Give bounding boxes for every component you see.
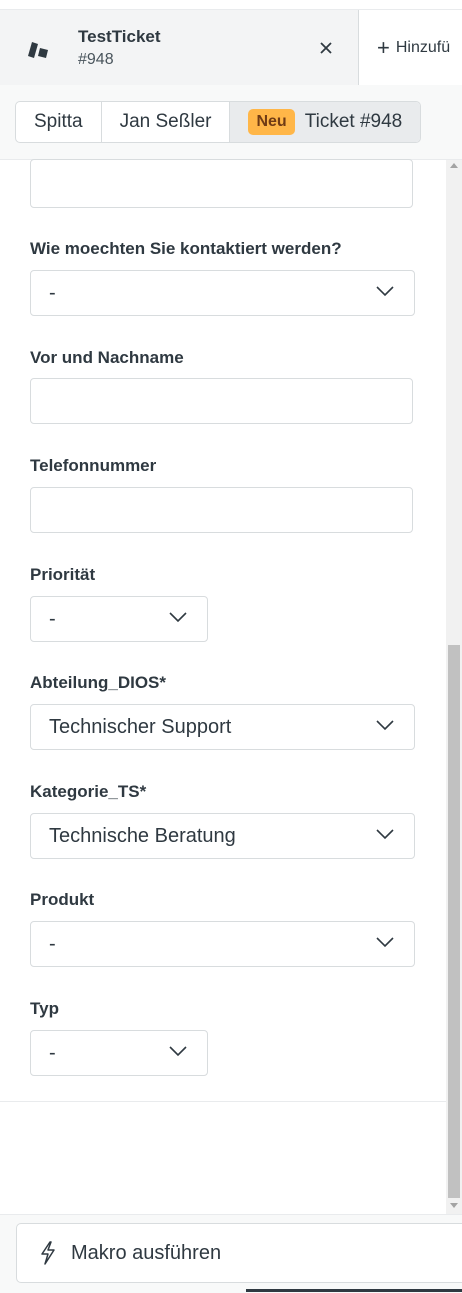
scrollbar-thumb[interactable] <box>448 645 460 1198</box>
tab-bar: TestTicket #948 + Hinzufü <box>0 10 462 85</box>
close-icon[interactable] <box>314 36 338 60</box>
status-badge: Neu <box>248 109 295 135</box>
product-label: Produkt <box>30 890 95 909</box>
chevron-down-icon <box>169 1046 187 1057</box>
phone-input[interactable] <box>30 487 413 533</box>
chevron-down-icon <box>376 720 394 731</box>
name-input[interactable] <box>30 378 413 424</box>
contact-select[interactable]: - <box>30 270 415 316</box>
category-select-value: Technische Beratung <box>49 824 236 847</box>
type-label: Typ <box>30 999 59 1018</box>
chevron-down-icon <box>169 612 187 623</box>
ticket-tab[interactable]: TestTicket #948 <box>0 10 359 85</box>
tab-title: TestTicket <box>78 27 161 46</box>
scroll-up-arrow-icon[interactable] <box>450 163 458 168</box>
type-select[interactable]: - <box>30 1030 208 1076</box>
breadcrumb-item-ticket[interactable]: Neu Ticket #948 <box>230 102 421 142</box>
chevron-down-icon <box>376 937 394 948</box>
name-label: Vor und Nachname <box>30 348 184 367</box>
chevron-down-icon <box>376 829 394 840</box>
add-tab-button[interactable]: + Hinzufü <box>359 10 462 85</box>
run-macro-label: Makro ausführen <box>71 1241 222 1264</box>
department-select[interactable]: Technischer Support <box>30 704 415 750</box>
priority-select[interactable]: - <box>30 596 208 642</box>
scroll-down-arrow-icon[interactable] <box>450 1203 458 1208</box>
chevron-down-icon <box>376 286 394 297</box>
product-select[interactable]: - <box>30 921 415 967</box>
contact-select-value: - <box>49 281 56 304</box>
tab-subtitle: #948 <box>78 51 114 68</box>
breadcrumb-item-requester[interactable]: Jan Seßler <box>102 102 231 142</box>
category-select[interactable]: Technische Beratung <box>30 813 415 859</box>
breadcrumb-item-organization[interactable]: Spitta <box>16 102 102 142</box>
category-label: Kategorie_TS* <box>30 782 147 801</box>
department-label: Abteilung_DIOS* <box>30 673 167 692</box>
top-field-input[interactable] <box>30 159 413 208</box>
breadcrumb-area: Spitta Jan Seßler Neu Ticket #948 <box>0 85 462 160</box>
add-tab-label: Hinzufü <box>395 38 451 56</box>
product-select-value: - <box>49 932 56 955</box>
breadcrumb-ticket-label: Ticket #948 <box>304 111 403 132</box>
lightning-icon <box>41 1241 55 1265</box>
plus-icon: + <box>377 34 390 60</box>
priority-select-value: - <box>49 607 56 630</box>
ticket-form: Wie moechten Sie kontaktiert werden? - V… <box>0 159 446 1102</box>
zendesk-logo-icon <box>28 42 48 58</box>
breadcrumb: Spitta Jan Seßler Neu Ticket #948 <box>15 101 422 143</box>
type-select-value: - <box>49 1041 56 1064</box>
window-top-strip <box>0 0 462 10</box>
footer-bar: Makro ausführen <box>0 1214 462 1293</box>
contact-label: Wie moechten Sie kontaktiert werden? <box>30 239 342 258</box>
department-select-value: Technischer Support <box>49 715 232 738</box>
run-macro-button[interactable]: Makro ausführen <box>16 1223 462 1283</box>
priority-label: Priorität <box>30 565 96 584</box>
form-divider <box>0 1101 446 1102</box>
phone-label: Telefonnummer <box>30 456 157 475</box>
